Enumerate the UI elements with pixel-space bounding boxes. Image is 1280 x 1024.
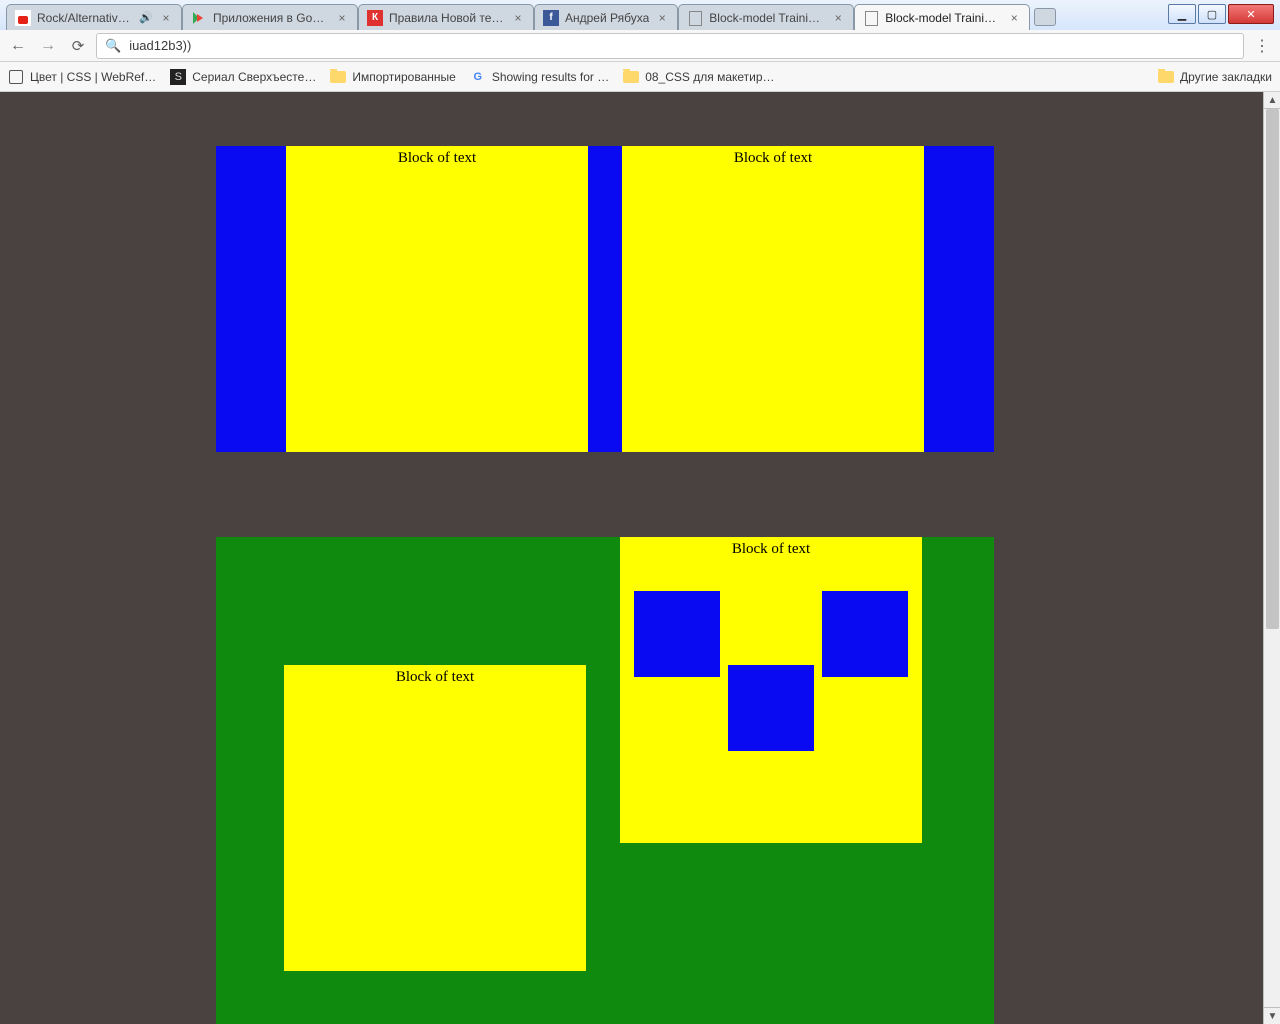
bookmark-label: Цвет | CSS | WebRef…: [30, 70, 156, 84]
forward-button[interactable]: →: [36, 34, 60, 58]
bookmark-imported[interactable]: Импортированные: [330, 69, 455, 85]
close-icon[interactable]: ×: [335, 11, 349, 25]
new-tab-button[interactable]: [1034, 8, 1056, 26]
blue-container-top: Block of text Block of text: [216, 146, 994, 452]
site-icon: К: [367, 10, 383, 26]
tab-strip: Rock/Alternative & … 🔊 × Приложения в Go…: [6, 4, 1090, 30]
audio-icon[interactable]: 🔊: [139, 11, 153, 24]
tab-title: Block-model Training.h…: [885, 11, 1001, 25]
tab-title: Приложения в Googl…: [213, 11, 329, 25]
folder-icon: [330, 71, 346, 83]
block-text: Block of text: [734, 150, 812, 166]
window-titlebar: Rock/Alternative & … 🔊 × Приложения в Go…: [0, 0, 1280, 30]
tab-title: Rock/Alternative & …: [37, 11, 133, 25]
block-text: Block of text: [732, 541, 810, 557]
site-icon: S: [170, 69, 186, 85]
tab-blockmodel-1[interactable]: Block-model Training.h… ×: [678, 4, 854, 30]
close-icon[interactable]: ×: [655, 11, 669, 25]
site-icon: [9, 70, 23, 84]
google-play-icon: [191, 10, 207, 26]
tab-title: Андрей Рябуха: [565, 11, 649, 25]
tab-youtube[interactable]: Rock/Alternative & … 🔊 ×: [6, 4, 182, 30]
bookmark-serial[interactable]: S Сериал Сверхъесте…: [170, 69, 316, 85]
bookmark-label: Импортированные: [352, 70, 455, 84]
back-button[interactable]: ←: [6, 34, 30, 58]
bookmark-label: Другие закладки: [1180, 70, 1272, 84]
close-icon[interactable]: ×: [1007, 11, 1021, 25]
scroll-down-button[interactable]: ▼: [1264, 1007, 1280, 1024]
tab-title: Block-model Training.h…: [709, 11, 825, 25]
bookmark-label: 08_CSS для макетир…: [645, 70, 774, 84]
bookmark-08-css[interactable]: 08_CSS для макетир…: [623, 69, 774, 85]
folder-icon: [1158, 71, 1174, 83]
window-buttons: ▁ ▢ ✕: [1168, 4, 1274, 24]
google-icon: G: [470, 69, 486, 85]
other-bookmarks[interactable]: Другие закладки: [1158, 69, 1272, 85]
tab-blockmodel-2[interactable]: Block-model Training.h… ×: [854, 4, 1030, 30]
address-bar[interactable]: 🔍: [96, 33, 1244, 59]
block-text: Block of text: [396, 669, 474, 685]
yellow-block-4: Block of text block?: [620, 537, 922, 843]
minimize-icon: ▁: [1178, 8, 1186, 21]
folder-icon: [623, 71, 639, 83]
scrollbar-thumb[interactable]: [1266, 109, 1279, 629]
vertical-scrollbar[interactable]: ▲ ▼: [1263, 92, 1280, 1024]
tab-title: Правила Новой темы…: [389, 11, 505, 25]
bookmark-label: Showing results for …: [492, 70, 609, 84]
close-icon: ✕: [1246, 8, 1255, 21]
tab-rules[interactable]: К Правила Новой темы… ×: [358, 4, 534, 30]
reload-button[interactable]: ⟳: [66, 34, 90, 58]
yellow-block-2: Block of text: [622, 146, 924, 452]
bookmark-showing-results[interactable]: G Showing results for …: [470, 69, 609, 85]
page-viewport: Block of text Block of text Block of tex…: [0, 92, 1280, 1024]
close-icon[interactable]: ×: [831, 11, 845, 25]
bookmark-css[interactable]: Цвет | CSS | WebRef…: [8, 69, 156, 85]
browser-menu-button[interactable]: ⋮: [1250, 34, 1274, 58]
bookmark-label: Сериал Сверхъесте…: [192, 70, 316, 84]
tab-fb[interactable]: f Андрей Рябуха ×: [534, 4, 678, 30]
file-icon: [687, 10, 703, 26]
search-icon: 🔍: [105, 38, 121, 54]
maximize-button[interactable]: ▢: [1198, 4, 1226, 24]
minimize-button[interactable]: ▁: [1168, 4, 1196, 24]
maximize-icon: ▢: [1207, 8, 1217, 21]
file-icon: [863, 10, 879, 26]
close-icon[interactable]: ×: [159, 11, 173, 25]
facebook-icon: f: [543, 10, 559, 26]
block-text: Block of text: [398, 150, 476, 166]
browser-toolbar: ← → ⟳ 🔍 ⋮: [0, 30, 1280, 62]
scroll-up-button[interactable]: ▲: [1264, 92, 1280, 109]
yellow-block-3: Block of text: [284, 665, 586, 971]
green-container-bottom: Block of text Block of text block?: [216, 537, 994, 1024]
tab-play[interactable]: Приложения в Googl… ×: [182, 4, 358, 30]
bookmarks-bar: Цвет | CSS | WebRef… S Сериал Сверхъесте…: [0, 62, 1280, 92]
close-icon[interactable]: ×: [511, 11, 525, 25]
omnibox-input[interactable]: [129, 38, 1235, 53]
yellow-block-1: Block of text: [286, 146, 588, 452]
youtube-icon: [15, 10, 31, 26]
close-window-button[interactable]: ✕: [1228, 4, 1274, 24]
inner-blue-box-center: [728, 665, 814, 751]
